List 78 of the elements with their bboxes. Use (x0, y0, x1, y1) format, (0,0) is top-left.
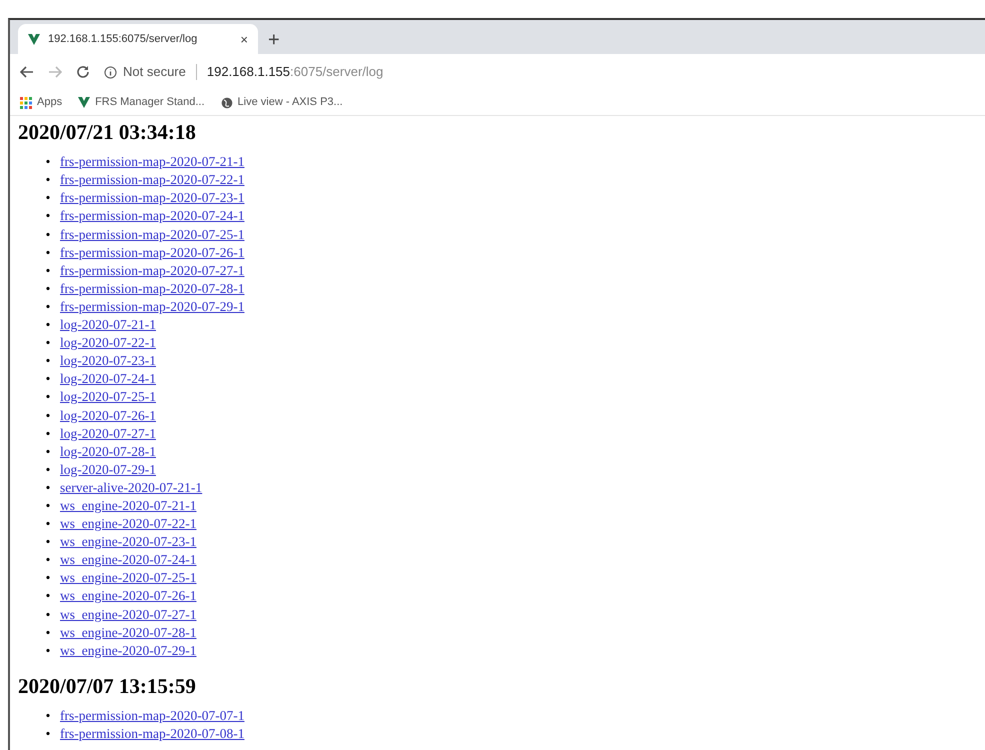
log-file-link[interactable]: ws_engine-2020-07-25-1 (60, 569, 196, 588)
log-file-link[interactable]: ws_engine-2020-07-27-1 (60, 606, 196, 624)
v-logo-icon (78, 97, 90, 108)
log-file-link[interactable]: log-2020-07-25-1 (60, 388, 156, 406)
log-file-link[interactable]: frs-permission-map-2020-07-22-1 (60, 171, 244, 190)
v-logo-icon (28, 34, 40, 44)
log-file-link[interactable]: log-2020-07-24-1 (60, 370, 156, 388)
timestamp-heading: 2020/07/21 03:34:18 (18, 120, 197, 146)
log-file-link[interactable]: log-2020-07-23-1 (60, 352, 156, 370)
log-file-link[interactable]: frs-permission-map-2020-07-07-1 (60, 707, 244, 726)
bullet: • (44, 244, 52, 262)
bullet: • (44, 496, 52, 515)
globe-icon (220, 96, 233, 108)
bullet: • (44, 298, 52, 316)
bullet: • (44, 707, 52, 725)
log-file-link[interactable]: server-alive-2020-07-21-1 (60, 478, 202, 497)
bullet: • (44, 207, 52, 226)
log-file-link[interactable]: ws_engine-2020-07-24-1 (60, 551, 196, 570)
log-file-link[interactable]: frs-permission-map-2020-07-24-1 (60, 207, 244, 226)
bullet: • (44, 334, 52, 352)
log-file-link[interactable]: ws_engine-2020-07-29-1 (60, 642, 196, 660)
log-file-link[interactable]: ws_engine-2020-07-28-1 (60, 624, 196, 642)
tab-title: 192.168.1.155:6075/server/log (48, 32, 198, 47)
apps-grid-icon (20, 96, 32, 108)
back-arrow-icon[interactable] (20, 66, 34, 78)
bullet: • (44, 606, 52, 624)
close-tab-button[interactable]: × (240, 32, 248, 46)
new-tab-button[interactable]: + (268, 30, 280, 50)
bullet: • (44, 569, 52, 588)
bullet: • (44, 642, 52, 660)
bullet: • (44, 442, 52, 461)
bullet: • (44, 280, 52, 298)
bullet: • (44, 624, 52, 642)
log-file-link[interactable]: ws_engine-2020-07-22-1 (60, 515, 196, 534)
bullet: • (44, 153, 52, 172)
bookmark-link[interactable]: Live view - AXIS P3... (220, 94, 343, 111)
log-file-link[interactable]: frs-permission-map-2020-07-08-1 (60, 725, 244, 744)
log-file-link[interactable]: log-2020-07-26-1 (60, 406, 156, 425)
bullet: • (44, 171, 52, 190)
log-file-link[interactable]: log-2020-07-27-1 (60, 424, 156, 443)
info-icon[interactable] (104, 66, 117, 78)
log-file-link[interactable]: frs-permission-map-2020-07-25-1 (60, 226, 244, 244)
log-file-link[interactable]: frs-permission-map-2020-07-28-1 (60, 280, 244, 298)
log-file-link[interactable]: ws_engine-2020-07-21-1 (60, 496, 196, 516)
bullet: • (44, 226, 52, 244)
log-file-link[interactable]: ws_engine-2020-07-26-1 (60, 587, 196, 606)
log-file-link[interactable]: ws_engine-2020-07-23-1 (60, 533, 196, 552)
bullet: • (44, 370, 52, 388)
log-file-link[interactable]: frs-permission-map-2020-07-29-1 (60, 298, 244, 316)
bullet: • (44, 460, 52, 479)
bullet: • (44, 406, 52, 424)
log-file-link[interactable]: frs-permission-map-2020-07-27-1 (60, 262, 244, 280)
bullet: • (44, 388, 52, 406)
log-file-link[interactable]: frs-permission-map-2020-07-21-1 (60, 153, 244, 172)
bullet: • (44, 189, 52, 208)
browser-tab[interactable]: 192.168.1.155:6075/server/log × (18, 24, 258, 54)
log-file-link[interactable]: log-2020-07-21-1 (60, 316, 156, 334)
timestamp-heading: 2020/07/07 13:15:59 (18, 674, 197, 699)
log-file-link[interactable]: frs-permission-map-2020-07-26-1 (60, 244, 244, 262)
bullet: • (44, 515, 52, 534)
bullet: • (44, 551, 52, 570)
security-label: Not secure (123, 63, 186, 82)
log-file-link[interactable]: log-2020-07-29-1 (60, 460, 156, 479)
bullet: • (44, 262, 52, 280)
bookmark-link[interactable]: FRS Manager Stand... (78, 94, 205, 111)
reload-icon[interactable] (76, 65, 90, 79)
log-file-link[interactable]: log-2020-07-22-1 (60, 334, 156, 352)
bullet: • (44, 424, 52, 443)
bullet: • (44, 478, 52, 497)
bullet: • (44, 725, 52, 744)
log-file-link[interactable]: log-2020-07-28-1 (60, 442, 156, 461)
url-text[interactable]: 192.168.1.155:6075/server/log (206, 62, 384, 82)
bullet: • (44, 533, 52, 552)
log-file-link[interactable]: frs-permission-map-2020-07-23-1 (60, 189, 244, 208)
bullet: • (44, 316, 52, 334)
bullet: • (44, 352, 52, 370)
bookmark-link[interactable]: Apps (20, 94, 62, 111)
bullet: • (44, 587, 52, 606)
